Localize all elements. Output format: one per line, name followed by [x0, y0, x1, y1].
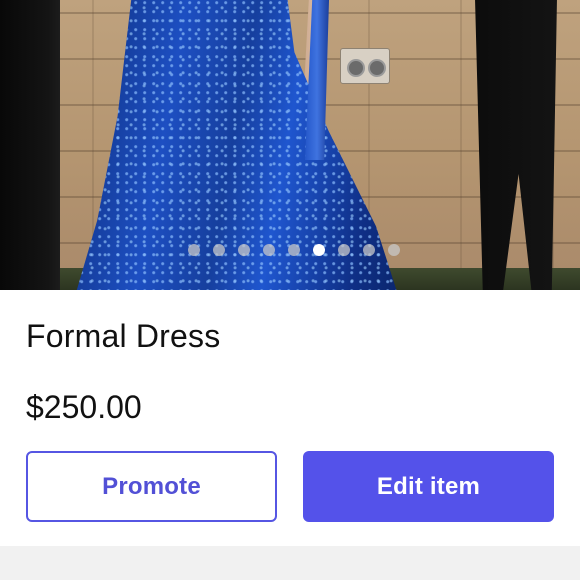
listing-photo[interactable] [0, 0, 580, 290]
footer-divider [0, 546, 580, 580]
listing-title: Formal Dress [26, 318, 221, 354]
listing-price: $250.00 [26, 389, 142, 425]
carousel-dot[interactable] [188, 244, 200, 256]
carousel-dot[interactable] [263, 244, 275, 256]
carousel-dot[interactable] [213, 244, 225, 256]
wall-outlet [340, 48, 390, 84]
carousel-indicator[interactable] [0, 244, 580, 258]
carousel-dot[interactable] [313, 244, 325, 256]
promote-button[interactable]: Promote [26, 451, 277, 522]
carousel-dot[interactable] [238, 244, 250, 256]
carousel-dot[interactable] [288, 244, 300, 256]
edit-item-button[interactable]: Edit item [303, 451, 554, 522]
carousel-dot[interactable] [338, 244, 350, 256]
carousel-dot[interactable] [363, 244, 375, 256]
carousel-dot[interactable] [388, 244, 400, 256]
